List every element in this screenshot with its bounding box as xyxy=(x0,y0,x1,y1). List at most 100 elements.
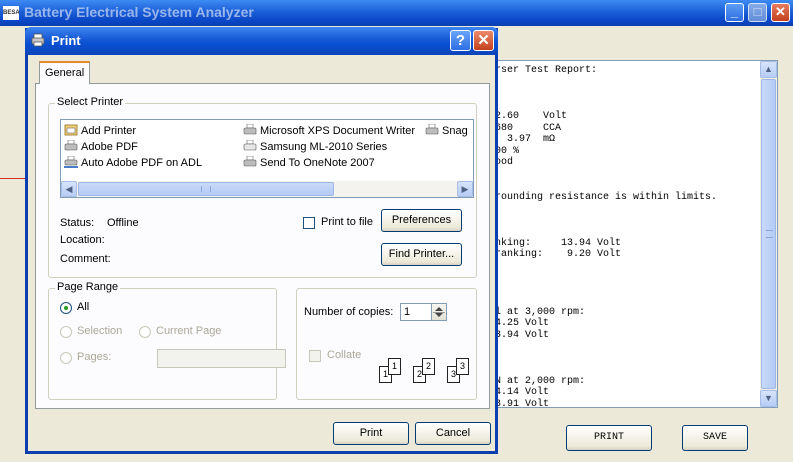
report-line: rounding resistance is within limits. xyxy=(495,191,718,203)
all-label: All xyxy=(77,301,90,313)
app-icon: BESA xyxy=(3,6,20,20)
report-vertical-scrollbar[interactable]: ▲ ▼ xyxy=(760,61,777,407)
report-line xyxy=(495,77,717,89)
report-line xyxy=(495,341,717,353)
comment-label: Comment: xyxy=(60,253,111,265)
printer-label: Adobe PDF xyxy=(81,141,138,153)
collate-checkbox[interactable] xyxy=(309,350,321,362)
background-window-title: Battery Electrical System Analyzer xyxy=(24,4,254,20)
printer-item-snag[interactable]: Snag xyxy=(425,123,468,139)
test-report-textbox[interactable]: rser Test Report: 2.60 Volt 680 CCA 3.97 m… xyxy=(488,60,778,408)
pages-label: Pages: xyxy=(77,351,112,363)
network-printer-icon xyxy=(64,156,78,169)
report-line xyxy=(495,353,717,365)
printer-item-samsung[interactable]: Samsung ML-2010 Series xyxy=(243,139,387,155)
printer-icon xyxy=(425,124,439,135)
printer-label: Auto Adobe PDF on ADL xyxy=(81,157,203,169)
print-button[interactable]: Print xyxy=(333,422,409,445)
selection-radio[interactable] xyxy=(60,326,72,338)
report-line xyxy=(495,295,717,307)
report-line: 4.14 Volt xyxy=(495,387,550,398)
pages-input[interactable] xyxy=(157,349,286,368)
scroll-up-arrow-icon[interactable]: ▲ xyxy=(760,61,777,78)
copies-spinner[interactable] xyxy=(431,303,447,321)
printer-icon xyxy=(243,156,257,167)
report-print-button[interactable]: PRINT xyxy=(566,425,652,451)
scrollbar-thumb[interactable] xyxy=(78,182,334,196)
minimize-button[interactable]: _ xyxy=(725,3,744,22)
collate-label: Collate xyxy=(327,349,362,361)
status-value: Offline xyxy=(107,217,139,229)
report-line xyxy=(495,226,717,238)
report-line xyxy=(495,261,717,273)
spin-down-arrow-icon[interactable] xyxy=(435,313,443,317)
printer-list[interactable]: Add Printer Adobe PDF Auto Adobe PDF on … xyxy=(60,119,474,198)
report-line: ood xyxy=(495,157,514,168)
dialog-title: Print xyxy=(51,33,81,48)
tab-general[interactable]: General xyxy=(39,61,91,84)
scroll-left-arrow-icon[interactable]: ◀ xyxy=(61,181,77,197)
report-line xyxy=(495,180,717,192)
report-line xyxy=(495,203,717,215)
background-title-bar[interactable]: BESA Battery Electrical System Analyzer … xyxy=(0,0,793,26)
copies-label: Number of copies: xyxy=(304,306,394,318)
selection-label: Selection xyxy=(77,325,123,337)
report-save-button[interactable]: SAVE xyxy=(682,425,748,451)
printer-label: Samsung ML-2010 Series xyxy=(260,141,388,153)
printer-label: Send To OneNote 2007 xyxy=(260,157,375,169)
report-line xyxy=(495,169,717,181)
report-line xyxy=(495,364,717,376)
printer-label: Microsoft XPS Document Writer xyxy=(260,125,416,137)
report-line: 4.25 Volt xyxy=(495,318,550,329)
printer-label: Snag xyxy=(442,125,468,137)
print-to-file-label: Print to file xyxy=(321,216,373,228)
printer-item-auto-adobe-pdf[interactable]: Auto Adobe PDF on ADL xyxy=(64,155,202,171)
cancel-button[interactable]: Cancel xyxy=(415,422,491,445)
add-printer-icon xyxy=(64,124,78,136)
printer-item-add-printer[interactable]: Add Printer xyxy=(64,123,136,139)
collate-page: 2 xyxy=(422,358,435,375)
printer-list-horizontal-scrollbar[interactable]: ◀ ▶ xyxy=(61,181,473,197)
printer-item-adobe-pdf[interactable]: Adobe PDF xyxy=(64,139,138,155)
dialog-close-icon[interactable]: ✕ xyxy=(473,30,494,51)
printer-item-onenote[interactable]: Send To OneNote 2007 xyxy=(243,155,375,171)
printer-icon xyxy=(31,33,45,47)
report-line xyxy=(495,215,717,227)
scroll-right-arrow-icon[interactable]: ▶ xyxy=(457,181,473,197)
general-tab-panel: Select Printer Add Printer Adobe PDF Aut… xyxy=(35,83,490,409)
current-page-radio[interactable] xyxy=(139,326,151,338)
report-line xyxy=(495,100,717,112)
report-line xyxy=(495,284,717,296)
preferences-button[interactable]: Preferences xyxy=(381,209,462,232)
select-printer-group: Select Printer Add Printer Adobe PDF Aut… xyxy=(48,96,477,278)
collate-page: 1 xyxy=(388,358,401,375)
copies-input[interactable]: 1 xyxy=(400,303,432,321)
current-page-label: Current Page xyxy=(156,325,222,337)
report-line: l at 3,000 rpm: xyxy=(495,306,586,318)
close-icon[interactable]: ✕ xyxy=(771,3,790,22)
status-label: Status: xyxy=(60,217,95,229)
maximize-button[interactable]: □ xyxy=(748,3,767,22)
report-line: ranking: 9.20 Volt xyxy=(495,249,622,260)
report-line: rser Test Report: xyxy=(495,65,598,76)
printer-icon xyxy=(243,140,257,151)
help-icon[interactable]: ? xyxy=(450,30,471,51)
scroll-down-arrow-icon[interactable]: ▼ xyxy=(760,390,777,407)
report-line: 3.94 Volt xyxy=(495,329,550,341)
dialog-title-bar[interactable]: Print ? ✕ xyxy=(25,27,498,55)
report-line: N at 2,000 rpm: xyxy=(495,375,586,387)
select-printer-label: Select Printer xyxy=(55,96,126,108)
printer-item-xps-writer[interactable]: Microsoft XPS Document Writer xyxy=(243,123,415,139)
print-dialog: Print ? ✕ General Select Printer Add Pri… xyxy=(25,27,498,454)
report-line xyxy=(495,88,717,100)
find-printer-button[interactable]: Find Printer... xyxy=(381,243,462,266)
test-report-text: rser Test Report: 2.60 Volt 680 CCA 3.97 m… xyxy=(495,65,718,407)
location-label: Location: xyxy=(60,234,105,246)
page-range-label: Page Range xyxy=(55,281,121,293)
all-radio[interactable] xyxy=(60,302,72,314)
report-line: 3.97 mΩ xyxy=(495,134,556,145)
pages-radio[interactable] xyxy=(60,352,72,364)
scrollbar-thumb[interactable] xyxy=(761,79,776,389)
print-to-file-checkbox[interactable] xyxy=(303,217,315,229)
spin-up-arrow-icon[interactable] xyxy=(435,307,443,311)
